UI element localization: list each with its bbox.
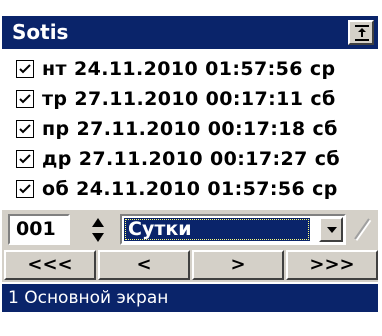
event-checkbox[interactable] bbox=[16, 90, 34, 108]
screen-list-item[interactable]: 1 Основной экран bbox=[2, 284, 378, 312]
controls-bar: 001 Сутки bbox=[2, 210, 378, 248]
event-row[interactable]: др 27.11.2010 00:17:27 сб bbox=[10, 145, 378, 174]
event-text: нт 24.11.2010 01:57:56 ср bbox=[42, 58, 336, 80]
event-text: др 27.11.2010 00:17:27 сб bbox=[42, 148, 341, 170]
dropdown-button[interactable] bbox=[319, 217, 343, 242]
screen-list bbox=[2, 312, 378, 336]
navigation-bar: <<< < > >>> bbox=[2, 248, 378, 282]
event-row[interactable]: пр 27.11.2010 00:17:18 сб bbox=[10, 115, 378, 144]
spinner-icon[interactable] bbox=[90, 216, 106, 244]
chevron-down-icon bbox=[327, 227, 337, 233]
first-button[interactable]: <<< bbox=[4, 250, 96, 280]
event-text: об 24.11.2010 01:57:56 ср bbox=[42, 178, 338, 200]
period-selected-value: Сутки bbox=[124, 218, 310, 241]
next-button[interactable]: > bbox=[192, 250, 284, 280]
window-title: Sotis bbox=[12, 20, 69, 44]
event-row[interactable]: нт 24.11.2010 01:57:56 ср bbox=[10, 55, 378, 84]
event-text: тр 27.11.2010 00:17:11 сб bbox=[42, 88, 336, 110]
event-checkbox[interactable] bbox=[16, 150, 34, 168]
event-list: нт 24.11.2010 01:57:56 ср тр 27.11.2010 … bbox=[10, 55, 378, 207]
check-icon bbox=[19, 124, 31, 134]
period-select[interactable]: Сутки bbox=[120, 214, 346, 245]
number-field[interactable]: 001 bbox=[8, 214, 70, 245]
prev-button[interactable]: < bbox=[98, 250, 190, 280]
event-row[interactable]: об 24.11.2010 01:57:56 ср bbox=[10, 175, 378, 204]
sotis-panel: Sotis нт 24.11.2010 01:57:56 ср тр 27.11… bbox=[0, 0, 382, 336]
event-checkbox[interactable] bbox=[16, 120, 34, 138]
event-checkbox[interactable] bbox=[16, 180, 34, 198]
event-row[interactable]: тр 27.11.2010 00:17:11 сб bbox=[10, 85, 378, 114]
pen-icon[interactable] bbox=[350, 214, 376, 244]
check-icon bbox=[19, 184, 31, 194]
check-icon bbox=[19, 154, 31, 164]
check-icon bbox=[19, 94, 31, 104]
pin-button[interactable] bbox=[348, 20, 374, 45]
check-icon bbox=[19, 64, 31, 74]
event-checkbox[interactable] bbox=[16, 60, 34, 78]
pin-icon bbox=[355, 25, 369, 41]
title-bar: Sotis bbox=[2, 16, 378, 49]
last-button[interactable]: >>> bbox=[286, 250, 378, 280]
event-text: пр 27.11.2010 00:17:18 сб bbox=[42, 118, 338, 140]
